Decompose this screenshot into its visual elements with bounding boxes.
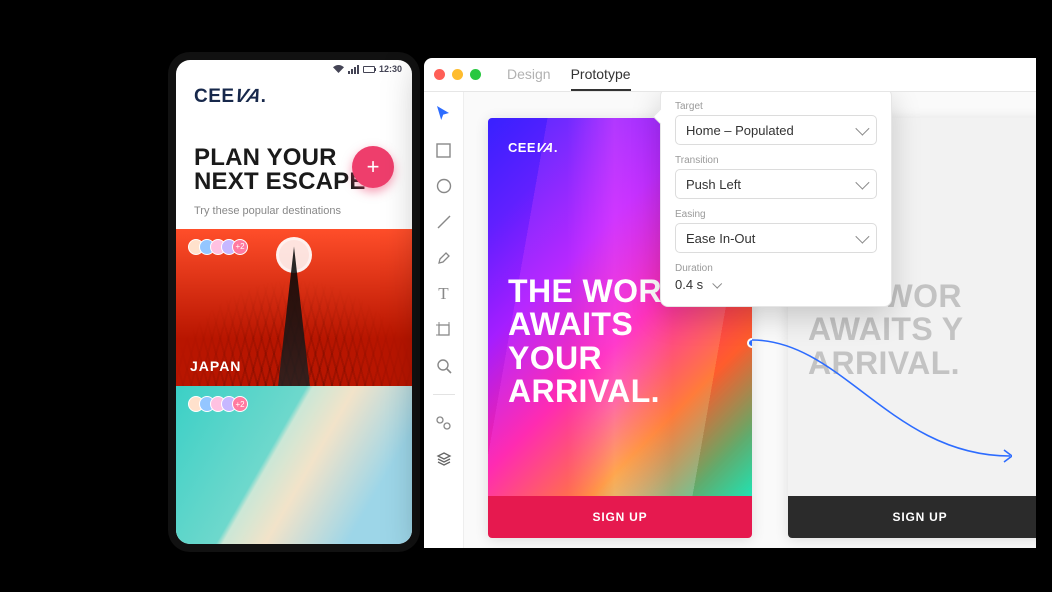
target-value: Home – Populated bbox=[686, 123, 794, 138]
chevron-down-icon bbox=[712, 279, 722, 289]
headline-line3: ARRIVAL. bbox=[508, 373, 660, 409]
plus-icon: + bbox=[367, 154, 380, 180]
duration-label: Duration bbox=[675, 263, 877, 274]
headline-line2: AWAITS Y bbox=[808, 311, 964, 347]
logo-part2: VA bbox=[534, 140, 555, 155]
chevron-down-icon bbox=[855, 122, 869, 136]
destination-cards: +2 JAPAN +2 bbox=[176, 229, 412, 544]
add-button[interactable]: + bbox=[352, 146, 394, 188]
chevron-down-icon bbox=[855, 230, 869, 244]
duration-value: 0.4 s bbox=[675, 277, 703, 292]
avatar-stack: +2 bbox=[188, 396, 248, 412]
battery-icon bbox=[363, 66, 375, 73]
status-bar: 12:30 bbox=[176, 60, 412, 78]
transition-label: Transition bbox=[675, 155, 877, 166]
canvas[interactable]: CEEVA. THE WORLD AWAITS YOUR ARRIVAL. SI… bbox=[464, 92, 1036, 548]
target-label: Target bbox=[675, 101, 877, 112]
prototype-settings-panel: Target Home – Populated Transition Push … bbox=[660, 92, 892, 307]
duration-select[interactable]: 0.4 s bbox=[675, 277, 877, 292]
destination-card-japan[interactable]: +2 JAPAN bbox=[176, 229, 412, 387]
select-tool[interactable] bbox=[434, 104, 454, 124]
workspace: T CEEVA. THE WORLD AWAITS YOUR ARRIVAL. bbox=[424, 92, 1036, 548]
easing-select[interactable]: Ease In-Out bbox=[675, 223, 877, 253]
status-time: 12:30 bbox=[379, 64, 402, 74]
pen-tool[interactable] bbox=[434, 248, 454, 268]
minimize-window-button[interactable] bbox=[452, 69, 463, 80]
signal-icon bbox=[348, 65, 359, 74]
field-duration: Duration 0.4 s bbox=[675, 263, 877, 292]
field-target: Target Home – Populated bbox=[675, 101, 877, 145]
easing-value: Ease In-Out bbox=[686, 231, 755, 246]
brand-logo: CEEVA. bbox=[176, 78, 412, 112]
destination-label: JAPAN bbox=[190, 358, 241, 374]
easing-label: Easing bbox=[675, 209, 877, 220]
hero-line1: PLAN YOUR bbox=[194, 144, 337, 171]
field-easing: Easing Ease In-Out bbox=[675, 209, 877, 253]
toolbar-divider bbox=[433, 394, 455, 395]
left-toolbar: T bbox=[424, 92, 464, 548]
camera-shutter-icon bbox=[276, 237, 312, 273]
prototype-hotspot[interactable] bbox=[747, 338, 752, 348]
design-app-window: Design Prototype T CEEVA. bbox=[424, 58, 1036, 548]
phone-device-frame: 12:30 CEEVA. PLAN YOUR NEXT ESCAPE Try t… bbox=[168, 52, 420, 552]
traffic-lights bbox=[434, 69, 481, 80]
ellipse-tool[interactable] bbox=[434, 176, 454, 196]
mode-tabs: Design Prototype bbox=[507, 59, 631, 91]
text-tool[interactable]: T bbox=[434, 284, 454, 304]
headline-line2: AWAITS YOUR bbox=[508, 306, 633, 375]
layers-tool[interactable] bbox=[434, 449, 454, 469]
transition-select[interactable]: Push Left bbox=[675, 169, 877, 199]
logo-part1: CEE bbox=[194, 86, 235, 107]
target-select[interactable]: Home – Populated bbox=[675, 115, 877, 145]
hero-section: PLAN YOUR NEXT ESCAPE Try these popular … bbox=[176, 112, 412, 229]
artboard-tool[interactable] bbox=[434, 320, 454, 340]
logo-part2: VA bbox=[232, 86, 263, 108]
destination-card-beach[interactable]: +2 bbox=[176, 386, 412, 544]
transition-value: Push Left bbox=[686, 177, 741, 192]
hero-subtitle: Try these popular destinations bbox=[194, 205, 394, 217]
assets-tool[interactable] bbox=[434, 413, 454, 433]
zoom-tool[interactable] bbox=[434, 356, 454, 376]
hero-line2: NEXT ESCAPE bbox=[194, 168, 366, 195]
signup-button[interactable]: SIGN UP bbox=[488, 496, 752, 538]
headline-line3: ARRIVAL. bbox=[808, 345, 960, 381]
window-titlebar: Design Prototype bbox=[424, 58, 1036, 92]
chevron-down-icon bbox=[855, 176, 869, 190]
avatar-stack: +2 bbox=[188, 239, 248, 255]
line-tool[interactable] bbox=[434, 212, 454, 232]
signup-button[interactable]: SIGN UP bbox=[788, 496, 1036, 538]
wifi-icon bbox=[333, 65, 344, 74]
rectangle-tool[interactable] bbox=[434, 140, 454, 160]
phone-screen: 12:30 CEEVA. PLAN YOUR NEXT ESCAPE Try t… bbox=[176, 60, 412, 544]
avatar-more: +2 bbox=[232, 239, 248, 255]
tab-design[interactable]: Design bbox=[507, 59, 551, 91]
avatar-more: +2 bbox=[232, 396, 248, 412]
logo-part1: CEE bbox=[508, 140, 536, 155]
field-transition: Transition Push Left bbox=[675, 155, 877, 199]
close-window-button[interactable] bbox=[434, 69, 445, 80]
zoom-window-button[interactable] bbox=[470, 69, 481, 80]
tab-prototype[interactable]: Prototype bbox=[571, 59, 631, 91]
